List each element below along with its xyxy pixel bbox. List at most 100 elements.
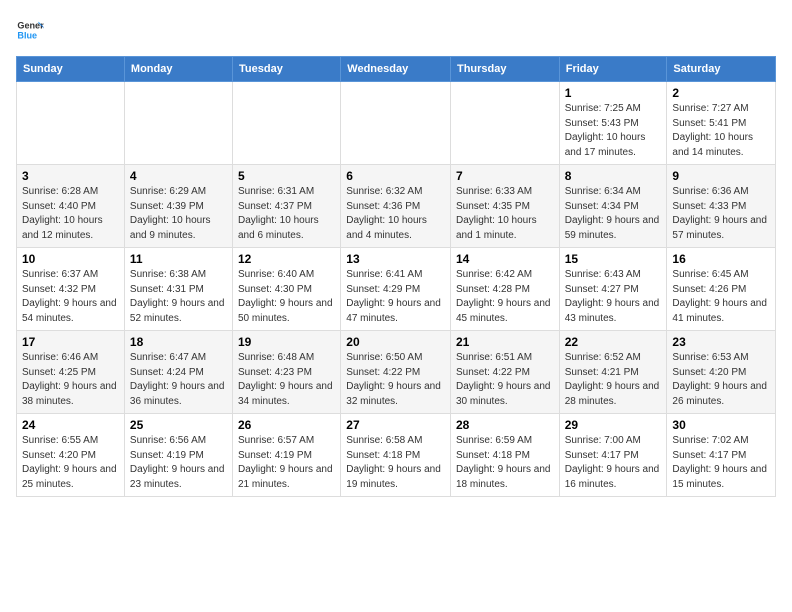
weekday-header: Friday (559, 57, 667, 82)
calendar-header-row: SundayMondayTuesdayWednesdayThursdayFrid… (17, 57, 776, 82)
day-number: 3 (22, 169, 119, 183)
weekday-header: Monday (124, 57, 232, 82)
day-number: 10 (22, 252, 119, 266)
calendar-cell: 10 Sunrise: 6:37 AMSunset: 4:32 PMDayligh… (17, 248, 125, 331)
day-info: Sunrise: 6:28 AMSunset: 4:40 PMDaylight:… (22, 185, 119, 243)
svg-text:General: General (17, 21, 44, 31)
day-info: Sunrise: 6:46 AMSunset: 4:25 PMDaylight:… (22, 351, 119, 409)
calendar-table: SundayMondayTuesdayWednesdayThursdayFrid… (16, 56, 776, 497)
weekday-header: Wednesday (341, 57, 451, 82)
day-number: 6 (346, 169, 445, 183)
calendar-week-row: 17 Sunrise: 6:46 AMSunset: 4:25 PMDayligh… (17, 331, 776, 414)
calendar-cell: 9Sunrise: 6:36 AMSunset: 4:33 PMDaylight… (667, 165, 776, 248)
calendar-cell: 18Sunrise: 6:47 AMSunset: 4:24 PMDayligh… (124, 331, 232, 414)
day-info: Sunrise: 6:40 AMSunset: 4:30 PMDaylight:… (238, 268, 335, 326)
day-number: 24 (22, 418, 119, 432)
calendar-cell: 17 Sunrise: 6:46 AMSunset: 4:25 PMDayligh… (17, 331, 125, 414)
day-info: Sunrise: 6:48 AMSunset: 4:23 PMDaylight:… (238, 351, 335, 409)
day-number: 20 (346, 335, 445, 349)
day-number: 29 (565, 418, 662, 432)
day-number: 9 (672, 169, 770, 183)
weekday-header: Tuesday (233, 57, 341, 82)
day-number: 28 (456, 418, 554, 432)
day-number: 15 (565, 252, 662, 266)
day-number: 12 (238, 252, 335, 266)
calendar-cell: 13 Sunrise: 6:41 AMSunset: 4:29 PMDayligh… (341, 248, 451, 331)
calendar-cell: 16 Sunrise: 6:45 AMSunset: 4:26 PMDayligh… (667, 248, 776, 331)
day-number: 23 (672, 335, 770, 349)
day-number: 21 (456, 335, 554, 349)
calendar-cell (341, 82, 451, 165)
day-info: Sunrise: 6:58 AMSunset: 4:18 PMDaylight:… (346, 434, 445, 492)
day-info: Sunrise: 7:02 AMSunset: 4:17 PMDaylight:… (672, 434, 770, 492)
calendar-cell: 15 Sunrise: 6:43 AMSunset: 4:27 PMDayligh… (559, 248, 667, 331)
day-info: Sunrise: 6:57 AMSunset: 4:19 PMDaylight:… (238, 434, 335, 492)
day-number: 14 (456, 252, 554, 266)
calendar-cell (17, 82, 125, 165)
calendar-cell: 27 Sunrise: 6:58 AMSunset: 4:18 PMDayligh… (341, 414, 451, 497)
calendar-cell: 30Sunrise: 7:02 AMSunset: 4:17 PMDayligh… (667, 414, 776, 497)
day-number: 27 (346, 418, 445, 432)
day-number: 4 (130, 169, 227, 183)
calendar-cell: 20 Sunrise: 6:50 AMSunset: 4:22 PMDayligh… (341, 331, 451, 414)
day-number: 13 (346, 252, 445, 266)
day-info: Sunrise: 7:25 AMSunset: 5:43 PMDaylight:… (565, 102, 662, 160)
weekday-header: Sunday (17, 57, 125, 82)
calendar-cell: 23 Sunrise: 6:53 AMSunset: 4:20 PMDayligh… (667, 331, 776, 414)
calendar-cell: 2 Sunrise: 7:27 AMSunset: 5:41 PMDaylight… (667, 82, 776, 165)
day-number: 2 (672, 86, 770, 100)
calendar-cell: 3 Sunrise: 6:28 AMSunset: 4:40 PMDaylight… (17, 165, 125, 248)
calendar-cell: 4 Sunrise: 6:29 AMSunset: 4:39 PMDaylight… (124, 165, 232, 248)
calendar-cell: 29Sunrise: 7:00 AMSunset: 4:17 PMDayligh… (559, 414, 667, 497)
day-info: Sunrise: 6:33 AMSunset: 4:35 PMDaylight:… (456, 185, 554, 243)
day-info: Sunrise: 6:38 AMSunset: 4:31 PMDaylight:… (130, 268, 227, 326)
day-info: Sunrise: 6:50 AMSunset: 4:22 PMDaylight:… (346, 351, 445, 409)
calendar-cell: 19 Sunrise: 6:48 AMSunset: 4:23 PMDayligh… (233, 331, 341, 414)
day-info: Sunrise: 6:56 AMSunset: 4:19 PMDaylight:… (130, 434, 227, 492)
day-info: Sunrise: 6:42 AMSunset: 4:28 PMDaylight:… (456, 268, 554, 326)
calendar-week-row: 3 Sunrise: 6:28 AMSunset: 4:40 PMDaylight… (17, 165, 776, 248)
calendar-cell: 5 Sunrise: 6:31 AMSunset: 4:37 PMDaylight… (233, 165, 341, 248)
calendar-cell: 12 Sunrise: 6:40 AMSunset: 4:30 PMDayligh… (233, 248, 341, 331)
calendar-cell: 22Sunrise: 6:52 AMSunset: 4:21 PMDayligh… (559, 331, 667, 414)
calendar-cell: 28 Sunrise: 6:59 AMSunset: 4:18 PMDayligh… (450, 414, 559, 497)
page-header: General Blue (16, 16, 776, 44)
day-number: 19 (238, 335, 335, 349)
day-number: 16 (672, 252, 770, 266)
day-info: Sunrise: 7:27 AMSunset: 5:41 PMDaylight:… (672, 102, 770, 160)
day-number: 1 (565, 86, 662, 100)
calendar-week-row: 24 Sunrise: 6:55 AMSunset: 4:20 PMDayligh… (17, 414, 776, 497)
day-info: Sunrise: 6:41 AMSunset: 4:29 PMDaylight:… (346, 268, 445, 326)
day-info: Sunrise: 6:43 AMSunset: 4:27 PMDaylight:… (565, 268, 662, 326)
weekday-header: Saturday (667, 57, 776, 82)
day-info: Sunrise: 6:53 AMSunset: 4:20 PMDaylight:… (672, 351, 770, 409)
svg-text:Blue: Blue (17, 30, 37, 40)
calendar-cell (233, 82, 341, 165)
logo: General Blue (16, 16, 44, 44)
day-info: Sunrise: 6:59 AMSunset: 4:18 PMDaylight:… (456, 434, 554, 492)
day-info: Sunrise: 6:55 AMSunset: 4:20 PMDaylight:… (22, 434, 119, 492)
day-info: Sunrise: 6:34 AMSunset: 4:34 PMDaylight:… (565, 185, 662, 243)
day-number: 7 (456, 169, 554, 183)
day-number: 22 (565, 335, 662, 349)
logo-icon: General Blue (16, 16, 44, 44)
calendar-cell: 8Sunrise: 6:34 AMSunset: 4:34 PMDaylight… (559, 165, 667, 248)
calendar-cell: 25Sunrise: 6:56 AMSunset: 4:19 PMDayligh… (124, 414, 232, 497)
day-info: Sunrise: 6:29 AMSunset: 4:39 PMDaylight:… (130, 185, 227, 243)
calendar-cell (450, 82, 559, 165)
weekday-header: Thursday (450, 57, 559, 82)
calendar-cell: 14 Sunrise: 6:42 AMSunset: 4:28 PMDayligh… (450, 248, 559, 331)
day-info: Sunrise: 6:37 AMSunset: 4:32 PMDaylight:… (22, 268, 119, 326)
day-info: Sunrise: 6:31 AMSunset: 4:37 PMDaylight:… (238, 185, 335, 243)
calendar-cell: 6Sunrise: 6:32 AMSunset: 4:36 PMDaylight… (341, 165, 451, 248)
calendar-cell: 7 Sunrise: 6:33 AMSunset: 4:35 PMDaylight… (450, 165, 559, 248)
day-number: 17 (22, 335, 119, 349)
calendar-cell: 11 Sunrise: 6:38 AMSunset: 4:31 PMDayligh… (124, 248, 232, 331)
day-number: 11 (130, 252, 227, 266)
day-number: 5 (238, 169, 335, 183)
day-info: Sunrise: 6:51 AMSunset: 4:22 PMDaylight:… (456, 351, 554, 409)
day-info: Sunrise: 6:45 AMSunset: 4:26 PMDaylight:… (672, 268, 770, 326)
calendar-cell (124, 82, 232, 165)
calendar-cell: 1 Sunrise: 7:25 AMSunset: 5:43 PMDaylight… (559, 82, 667, 165)
calendar-week-row: 1 Sunrise: 7:25 AMSunset: 5:43 PMDaylight… (17, 82, 776, 165)
